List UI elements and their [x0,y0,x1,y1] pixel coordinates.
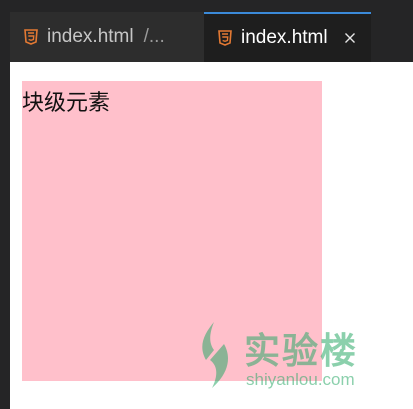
left-gutter [0,62,10,409]
shiyanlou-watermark: 实验楼 shiyanlou.com [192,320,372,395]
tab-index-html-inactive[interactable]: index.html /... [10,12,204,62]
watermark-title: 实验楼 [244,331,359,372]
tab-label: index.html [241,27,328,48]
shiyanlou-logo-icon [202,322,228,388]
block-element-text: 块级元素 [22,91,111,116]
html5-icon [218,30,232,46]
tab-bar: index.html /... index.html [0,0,413,62]
watermark-url: shiyanlou.com [246,370,355,389]
html5-icon [24,29,38,45]
tab-bar-empty-area [371,12,413,62]
editor-window: index.html /... index.html 块级元素 实验楼 shiy… [0,0,413,409]
tab-description: /... [143,26,165,47]
tab-label: index.html [47,26,134,47]
close-icon[interactable] [344,32,356,44]
tab-index-html-active[interactable]: index.html [204,12,371,62]
